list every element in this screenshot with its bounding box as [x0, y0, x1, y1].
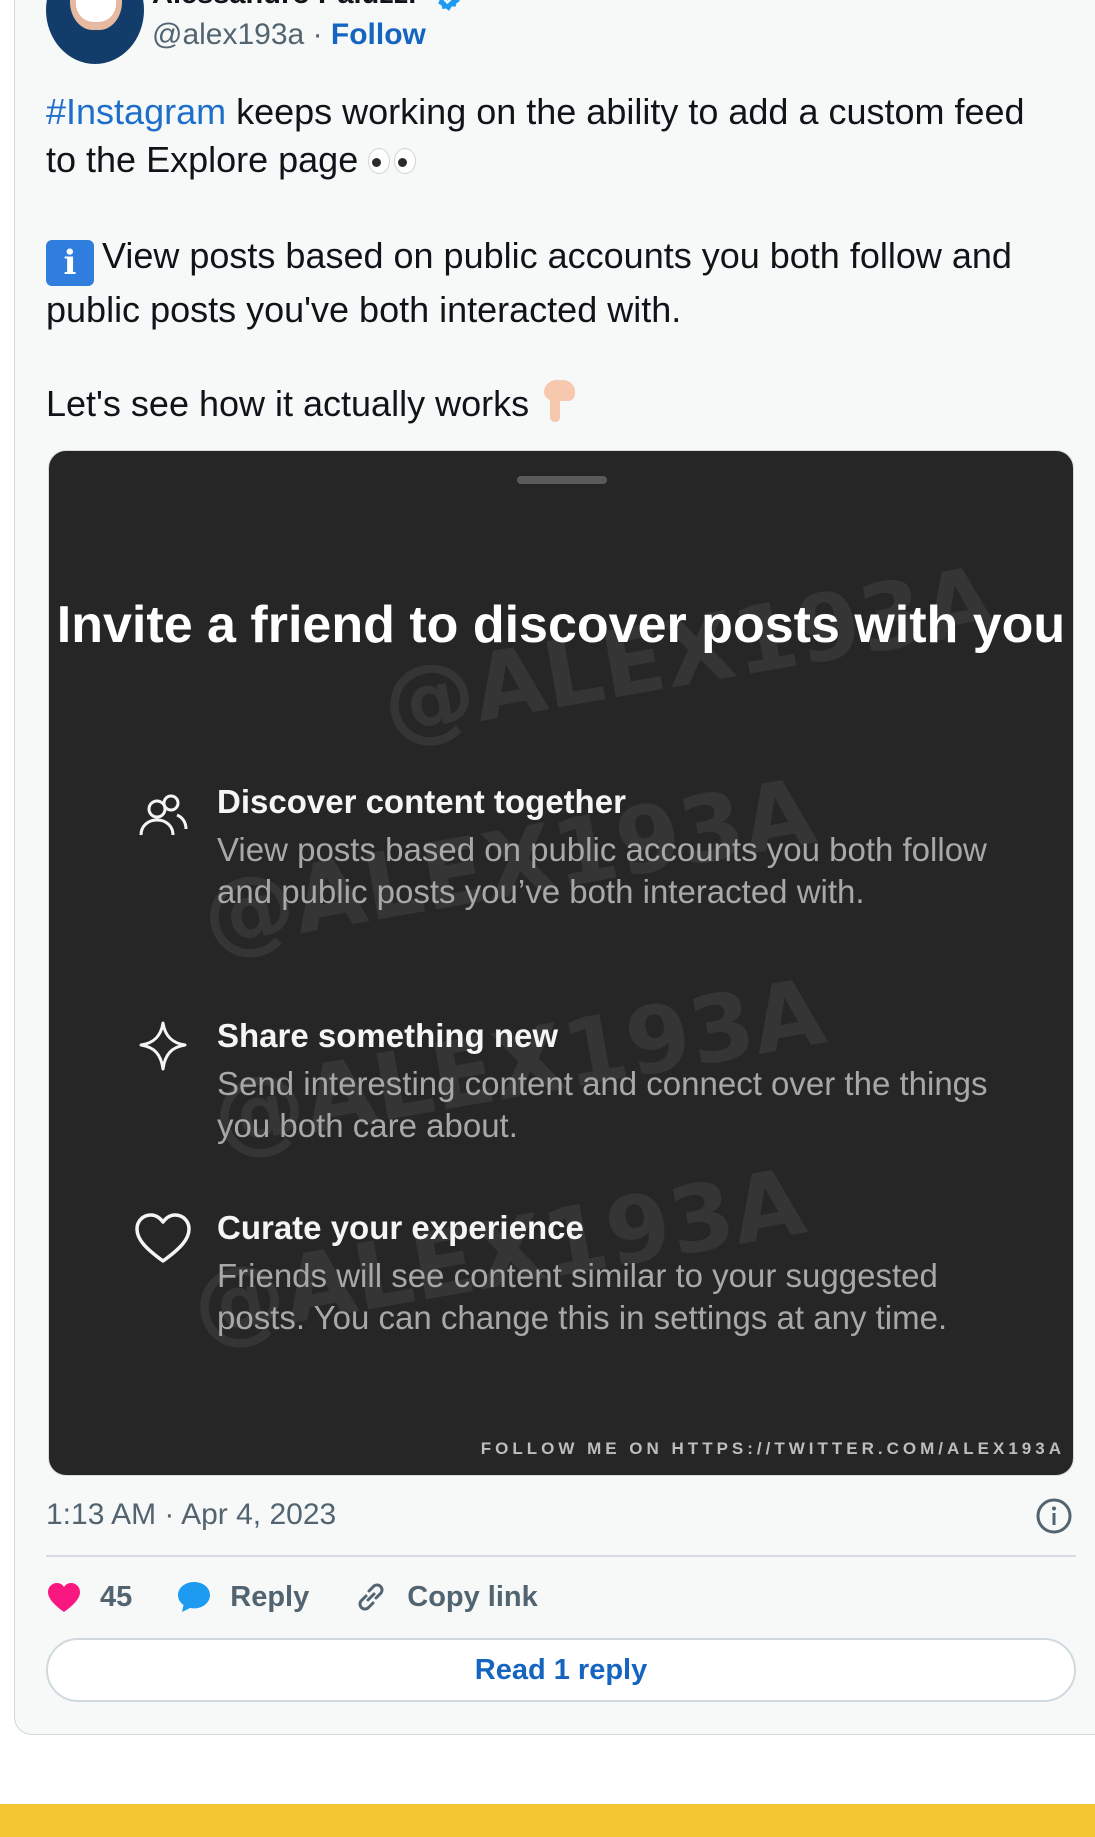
media-image[interactable]: @ALEX193A @ALEX193A @ALEX193A @ALEX193A … [48, 450, 1074, 1476]
people-icon [139, 794, 188, 836]
tweet-text-line3: Let's see how it actually works [46, 376, 1056, 436]
pointing-down-emoji-icon [541, 376, 581, 436]
like-button[interactable]: 45 [46, 1581, 132, 1614]
tweet-text-line1: #Instagram keeps working on the ability … [46, 88, 1056, 184]
info-emoji-icon: i [46, 240, 94, 286]
read-replies-button[interactable]: Read 1 reply [46, 1638, 1076, 1702]
tweet-text-line2-content: View posts based on public accounts you … [46, 235, 1012, 330]
author-handle-row: @alex193a · Follow [152, 18, 426, 52]
verified-badge-icon [438, 0, 460, 11]
speech-bubble-icon [178, 1582, 211, 1612]
feature-desc: Send interesting content and connect ove… [217, 1065, 988, 1144]
sparkle-icon [139, 1021, 187, 1071]
heart-filled-icon [48, 1583, 80, 1612]
media-title: Invite a friend to discover posts with y… [56, 596, 1066, 654]
tweet-text-line3-content: Let's see how it actually works [46, 383, 530, 424]
feature-title: Curate your experience [217, 1209, 584, 1246]
tweet-timestamp[interactable]: 1:13 AM · Apr 4, 2023 [46, 1498, 336, 1532]
bottom-banner [0, 1804, 1095, 1837]
feature-title: Share something new [217, 1017, 559, 1054]
reply-label: Reply [230, 1580, 310, 1613]
reply-button[interactable]: Reply [176, 1580, 309, 1614]
feature-desc: Friends will see content similar to your… [217, 1257, 948, 1336]
copy-link-label: Copy link [407, 1580, 538, 1613]
hashtag-link[interactable]: #Instagram [46, 91, 226, 132]
divider [46, 1555, 1076, 1557]
like-count: 45 [100, 1580, 133, 1613]
link-icon [358, 1583, 384, 1611]
feature-desc: View posts based on public accounts you … [217, 831, 987, 910]
sheet-grabber [517, 476, 607, 484]
action-bar: 45 Reply Copy link [46, 1573, 582, 1621]
copy-link-button[interactable]: Copy link [353, 1579, 538, 1615]
eyes-emoji-icon [368, 146, 420, 176]
follow-button[interactable]: Follow [331, 18, 426, 51]
feature-title: Discover content together [217, 783, 626, 820]
author-name[interactable]: Alessandro Paluzzi [152, 0, 416, 11]
author-handle[interactable]: @alex193a [152, 18, 304, 51]
heart-outline-icon [135, 1213, 191, 1263]
tweet-text-line2: i View posts based on public accounts you… [46, 232, 1056, 334]
info-icon[interactable] [1034, 1496, 1074, 1536]
media-footer-note: FOLLOW ME ON HTTPS://TWITTER.COM/ALEX193… [480, 1439, 1065, 1458]
handle-separator: · [304, 18, 331, 51]
